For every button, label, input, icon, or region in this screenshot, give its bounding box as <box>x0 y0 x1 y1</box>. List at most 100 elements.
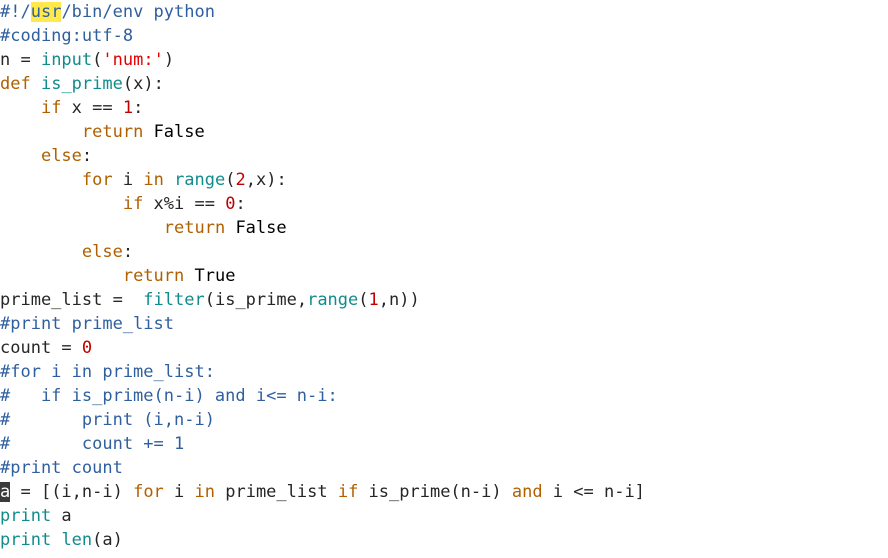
code-token-plain: x%i == <box>143 194 226 214</box>
code-token-plain: ,x): <box>245 170 287 190</box>
code-line[interactable]: return False <box>0 120 888 144</box>
code-line[interactable]: prime_list = filter(is_prime,range(1,n)) <box>0 288 888 312</box>
code-line[interactable]: else: <box>0 240 888 264</box>
code-token-plain: (is_prime, <box>204 290 308 310</box>
code-token-plain: n = <box>0 50 41 70</box>
code-token-builtin: print <box>0 506 52 526</box>
code-line[interactable]: #print count <box>0 456 888 480</box>
code-token-plain: ( <box>92 50 103 70</box>
code-token-plain: : <box>133 98 144 118</box>
code-token-keyword: return <box>163 218 226 238</box>
code-token-comment: #for i in prime_list: <box>0 362 215 382</box>
code-token-comment: #coding:utf-8 <box>0 26 134 46</box>
code-token-constant: False <box>153 122 205 142</box>
code-line[interactable]: #for i in prime_list: <box>0 360 888 384</box>
code-token-plain: i <box>163 482 195 502</box>
code-line[interactable]: return True <box>0 264 888 288</box>
search-match-highlight[interactable]: usr <box>30 2 62 22</box>
code-token-keyword: in <box>194 482 215 502</box>
code-token-number: 0 <box>81 338 93 358</box>
code-line[interactable]: else: <box>0 144 888 168</box>
code-line[interactable]: a = [(i,n-i) for i in prime_list if is_p… <box>0 480 888 504</box>
code-line[interactable]: print a <box>0 504 888 528</box>
code-token-builtin: print <box>0 530 52 550</box>
code-token-plain: prime_list = <box>0 290 144 310</box>
code-token-plain: prime_list <box>215 482 338 502</box>
code-token-keyword: def <box>0 74 31 94</box>
code-line[interactable]: # print (i,n-i) <box>0 408 888 432</box>
code-token-builtin: is_prime <box>40 74 123 94</box>
code-token-constant: True <box>194 266 236 286</box>
code-token-keyword: and <box>511 482 543 502</box>
code-token-keyword: in <box>143 170 164 190</box>
code-token-builtin: input <box>40 50 93 70</box>
code-line[interactable]: return False <box>0 216 888 240</box>
code-token-number: 1 <box>122 98 134 118</box>
code-token-keyword: return <box>122 266 185 286</box>
code-token-plain: ( <box>225 170 236 190</box>
code-token-comment: #print prime_list <box>0 314 174 334</box>
code-token-keyword: else <box>81 242 123 262</box>
code-token-plain: (x): <box>122 74 164 94</box>
code-token-comment: # if is_prime(n-i) and i<= n-i: <box>0 386 338 406</box>
code-line[interactable]: #coding:utf-8 <box>0 24 888 48</box>
code-token-comment: # print (i,n-i) <box>0 410 215 430</box>
code-line[interactable]: # if is_prime(n-i) and i<= n-i: <box>0 384 888 408</box>
code-line[interactable]: #!/usr/bin/env python <box>0 0 888 24</box>
code-token-number: 2 <box>235 170 246 190</box>
code-line[interactable]: if x%i == 0: <box>0 192 888 216</box>
code-token-keyword: if <box>40 98 62 118</box>
code-token-builtin: len <box>61 530 93 550</box>
code-token-comment: /bin/env python <box>61 2 215 22</box>
code-token-comment: # count += 1 <box>0 434 185 454</box>
code-token-comment: #!/ <box>0 2 31 22</box>
code-token-keyword: for <box>81 170 113 190</box>
code-line[interactable]: n = input('num:') <box>0 48 888 72</box>
code-line[interactable]: def is_prime(x): <box>0 72 888 96</box>
code-editor-canvas[interactable]: #!/usr/bin/env python #coding:utf-8 n = in… <box>0 0 888 558</box>
code-token-plain: is_prime(n-i) <box>358 482 512 502</box>
code-line[interactable]: if x == 1: <box>0 96 888 120</box>
code-line[interactable]: print len(a) <box>0 528 888 552</box>
code-token-string: 'num:' <box>102 50 164 70</box>
code-token-builtin: range <box>307 290 359 310</box>
code-token-plain: i <= n-i] <box>542 482 645 502</box>
code-token-plain: : <box>81 146 93 166</box>
code-token-plain: (a) <box>92 530 123 550</box>
code-token-keyword: else <box>40 146 82 166</box>
code-token-plain: count = <box>0 338 82 358</box>
code-token-keyword: if <box>337 482 359 502</box>
code-token-plain: x == <box>61 98 123 118</box>
code-token-plain: ) <box>163 50 175 70</box>
code-token-keyword: for <box>133 482 164 502</box>
code-token-plain: : <box>122 242 134 262</box>
code-line[interactable]: for i in range(2,x): <box>0 168 888 192</box>
code-line[interactable]: #print prime_list <box>0 312 888 336</box>
code-token-plain: = [(i,n-i) <box>10 482 134 502</box>
code-token-number: 1 <box>368 290 379 310</box>
code-token-plain: ,n)) <box>378 290 420 310</box>
code-line[interactable]: # count += 1 <box>0 432 888 456</box>
code-line[interactable]: count = 0 <box>0 336 888 360</box>
text-cursor-block[interactable]: a <box>0 482 11 502</box>
code-lines-container[interactable]: #!/usr/bin/env python #coding:utf-8 n = in… <box>0 0 888 552</box>
code-token-constant: False <box>235 218 287 238</box>
code-token-comment: #print count <box>0 458 123 478</box>
code-token-plain: : <box>235 194 246 214</box>
code-token-plain: a <box>51 506 72 526</box>
code-token-keyword: return <box>81 122 144 142</box>
code-token-keyword: if <box>122 194 144 214</box>
